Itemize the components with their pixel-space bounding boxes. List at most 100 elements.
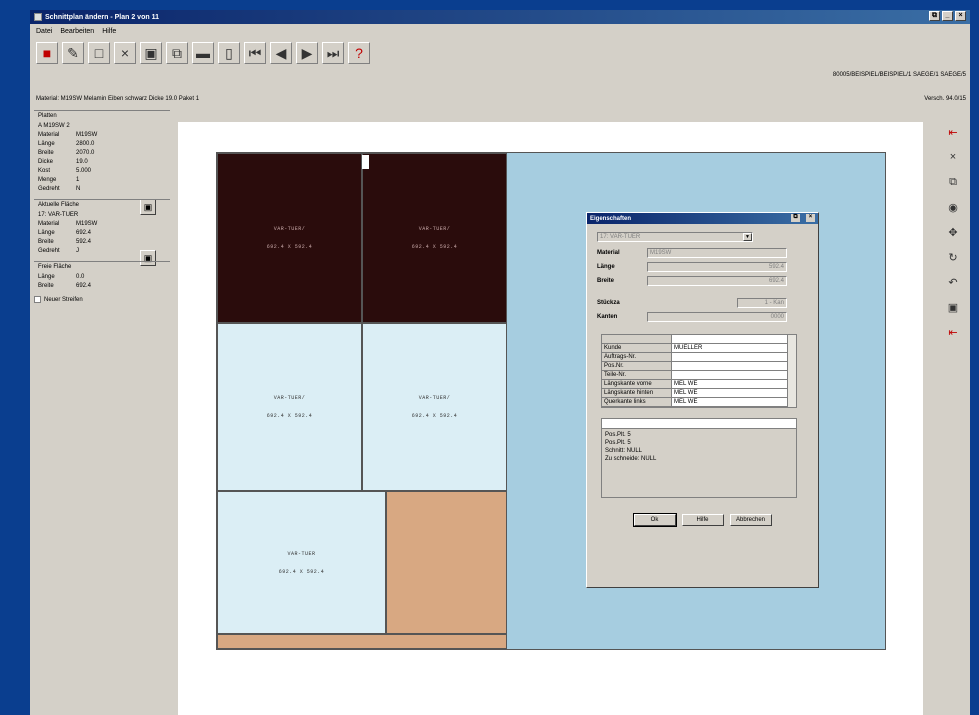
grid-scrollbar[interactable] [787,335,796,407]
panel-piece[interactable]: VAR-TUER/ 692.4 X 592.4 [217,153,362,323]
new-icon[interactable]: □ [88,42,110,64]
undo-icon[interactable]: ↶ [944,272,962,292]
cancel-button[interactable]: Abbrechen [729,514,772,526]
material-field[interactable]: M19SW [647,248,787,258]
piece-dims: 692.4 X 592.4 [411,244,458,250]
window-title: Schnittplan ändern - Plan 2 von 11 [45,13,159,21]
move-icon[interactable]: ✥ [944,222,962,242]
help-icon[interactable]: ? [348,42,370,64]
restore-button[interactable]: ⧉ [929,11,940,21]
grid-icon[interactable]: ▣ [140,42,162,64]
prop-value: N [76,185,81,192]
grid-value[interactable] [672,371,796,379]
close-button[interactable]: × [955,11,966,21]
prop-value: 692.4 [76,282,92,289]
tools-icon[interactable]: ✎ [62,42,84,64]
prop-key: Länge [38,229,55,236]
aktuelle-group: Aktuelle Fläche 17: VAR-TUER Material M19… [34,199,170,266]
kanten-field[interactable]: 0000 [647,312,787,322]
help-button[interactable]: Hilfe [681,514,724,526]
menu-hilfe[interactable]: Hilfe [102,28,116,35]
prop-value: M19SW [76,220,98,227]
grid-value[interactable]: MEL WE [672,380,796,388]
table-row[interactable]: Kunde MUELLER [602,344,796,353]
panel-piece[interactable]: VAR-TUER/ 692.4 X 592.4 [362,153,507,323]
note-line: Pos.Plt. 5 [605,440,631,446]
waste-strip[interactable] [217,634,507,649]
stueckzahl-field[interactable]: 1 - Kan [737,298,787,308]
breite-field[interactable]: 692.4 [647,276,787,286]
prop-value: 0.0 [76,273,85,280]
close-icon[interactable]: × [944,147,962,167]
aktuelle-title: Aktuelle Fläche [38,202,80,208]
page-icon[interactable]: ▣ [944,297,962,317]
menu-datei[interactable]: Datei [36,28,52,35]
table-row[interactable]: Pos.Nr. [602,362,796,371]
table-row[interactable]: Längskante hinten MEL WE [602,389,796,398]
table-row[interactable]: Längskante vorne MEL WE [602,380,796,389]
copy-icon[interactable]: ⧉ [166,42,188,64]
right-toolbar: ⇤ × ⧉ ◉ ✥ ↻ ↶ ▣ ⇤ [944,122,964,342]
grid-key: Querkante links [602,398,672,406]
neuer-streifen-row[interactable]: Neuer Streifen [34,296,170,303]
table-row[interactable]: Teile-Nr. [602,371,796,380]
insert-icon[interactable]: ⇤ [944,122,962,142]
attributes-grid[interactable]: Kunde MUELLER Auftrags-Nr. Pos.Nr. Teile-… [601,334,797,408]
first-icon[interactable]: ⏮ [244,42,266,64]
insert-bottom-icon[interactable]: ⇤ [944,322,962,342]
grid-value[interactable]: MEL WE [672,389,796,397]
prop-value: 19.0 [76,158,88,165]
grid-value[interactable] [672,353,796,361]
piece-combo-value: 17: VAR-TUER [600,234,641,240]
table-row[interactable]: Auftrags-Nr. [602,353,796,362]
prop-value: 5.000 [76,167,92,174]
grid-key: Kunde [602,344,672,352]
platten-title: Platten [38,113,57,119]
rotate-icon[interactable]: ↻ [944,247,962,267]
grid-value[interactable]: MEL WE [672,398,796,406]
prop-key: Material [38,220,60,227]
panel-piece[interactable]: VAR-TUER/ 692.4 X 592.4 [217,323,362,491]
panel-piece[interactable]: VAR-TUER 692.4 X 592.4 [217,491,386,634]
dialog-close-button[interactable]: × [806,214,815,222]
prop-key: Breite [38,282,54,289]
table-row[interactable]: Querkante links MEL WE [602,398,796,407]
piece-combo[interactable]: 17: VAR-TUER ▼ [597,232,753,242]
chevron-down-icon[interactable]: ▼ [743,233,752,241]
delete-icon[interactable]: × [114,42,136,64]
prev-icon[interactable]: ◀ [270,42,292,64]
page-icon[interactable]: ▯ [218,42,240,64]
ok-button[interactable]: Ok [632,513,677,527]
grid-key: Längskante vorne [602,380,672,388]
copy-icon[interactable]: ⧉ [944,172,962,192]
grid-key: Teile-Nr. [602,371,672,379]
material-info: Material: M19SW Melamin Eiben schwarz Di… [36,96,200,102]
laenge-field[interactable]: 592.4 [647,262,787,272]
settings-icon[interactable]: ◉ [944,197,962,217]
piece-name: VAR-TUER/ [273,226,306,232]
last-icon[interactable]: ⏭ [322,42,344,64]
grid-value[interactable] [672,362,796,370]
platten-header: A M19SW 2 [38,122,70,129]
piece-name: VAR-TUER/ [418,226,451,232]
piece-name: VAR-TUER/ [418,395,451,401]
next-icon[interactable]: ▶ [296,42,318,64]
menu-bar: Datei Bearbeiten Hilfe [30,25,116,37]
note-line: Zu schneide: NULL [605,456,657,462]
neuer-streifen-checkbox[interactable] [34,296,41,303]
minimize-button[interactable]: _ [942,11,953,21]
prop-key: Länge [38,273,55,280]
piece-dims: 692.4 X 592.4 [411,413,458,419]
grid-key: Längskante hinten [602,389,672,397]
prop-value: 2070.0 [76,149,95,156]
menu-bearbeiten[interactable]: Bearbeiten [60,28,94,35]
piece-dims: 692.4 X 592.4 [266,244,313,250]
save-icon[interactable]: ■ [36,42,58,64]
neuer-streifen-label: Neuer Streifen [44,296,83,303]
waste-piece[interactable] [386,491,507,634]
freie-group: Freie Fläche Länge 0.0 Breite 692.4 [34,261,170,292]
grid-value[interactable]: MUELLER [672,344,796,352]
dialog-restore-button[interactable]: ⧉ [791,214,800,222]
panel-piece[interactable]: VAR-TUER/ 692.4 X 592.4 [362,323,507,491]
stack-icon[interactable]: ▬ [192,42,214,64]
